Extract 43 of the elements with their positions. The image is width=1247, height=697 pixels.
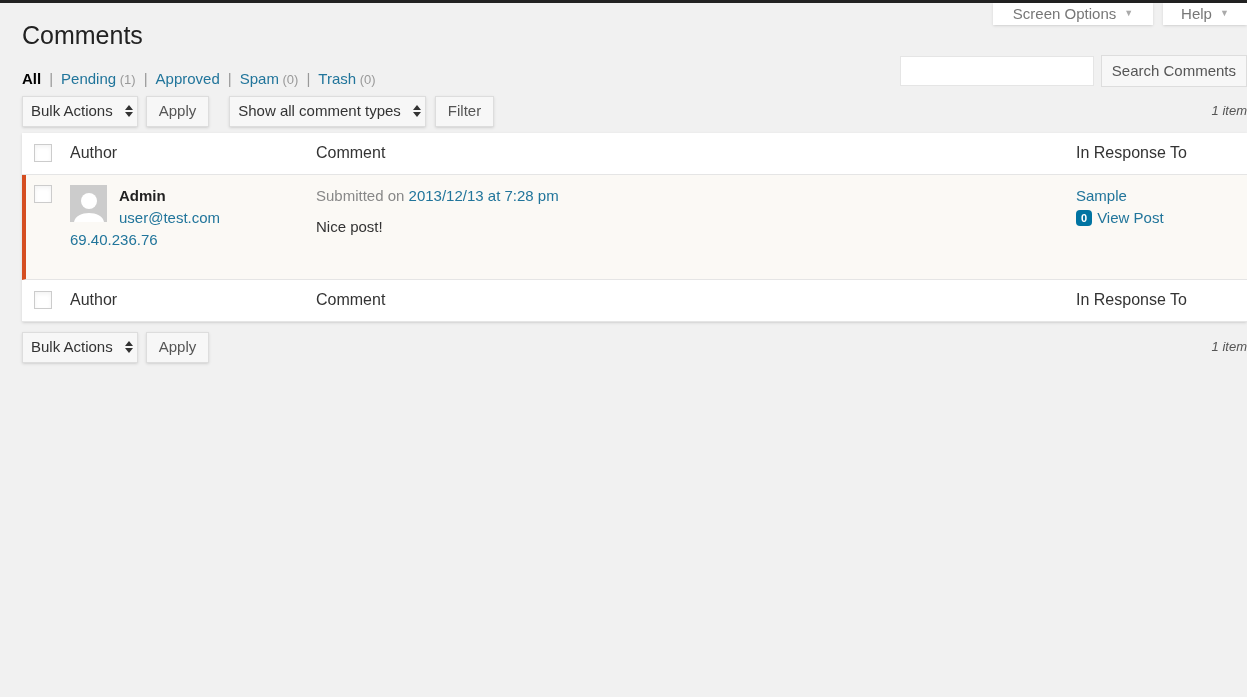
author-email-link[interactable]: user@test.com: [119, 206, 221, 229]
separator: |: [49, 69, 54, 89]
filter-link[interactable]: All: [22, 68, 42, 91]
checkbox[interactable]: [34, 184, 52, 203]
author-name: Admin: [119, 185, 167, 206]
screen-meta-tab[interactable]: Help ▼: [1163, 3, 1247, 25]
action-button[interactable]: Apply: [145, 331, 210, 363]
search-field[interactable]: [899, 56, 1094, 86]
separator: |: [227, 69, 232, 89]
view-post-link[interactable]: View Post: [1097, 206, 1164, 229]
dropdown-select[interactable]: Show all comment types: [229, 95, 426, 127]
dropdown-select[interactable]: Bulk Actions: [22, 331, 138, 363]
comment-count-bubble[interactable]: 0: [1076, 209, 1093, 226]
author-ip-link[interactable]: 69.40.236.76: [70, 228, 316, 251]
post-link[interactable]: Sample: [1076, 184, 1164, 207]
item-count: 1 item: [1211, 102, 1247, 121]
filter-link[interactable]: Trash (0): [318, 68, 376, 91]
updown-caret-icon: [124, 341, 133, 353]
column-header[interactable]: In Response To: [1076, 141, 1187, 165]
filter-link[interactable]: Pending (1): [61, 68, 136, 91]
action-button[interactable]: Apply: [145, 95, 210, 127]
updown-caret-icon: [412, 105, 421, 117]
separator: |: [306, 69, 311, 89]
checkbox[interactable]: [34, 144, 52, 162]
filter-link[interactable]: Spam (0): [239, 68, 299, 91]
action-button[interactable]: Filter: [434, 95, 495, 127]
checkbox[interactable]: [34, 291, 52, 309]
submitted-label: Submitted on: [316, 186, 405, 204]
column-header[interactable]: Comment: [316, 141, 1076, 165]
comment-text: Nice post!: [316, 217, 384, 237]
column-header[interactable]: Author: [70, 288, 316, 312]
item-count: 1 item: [1211, 338, 1247, 357]
search-button[interactable]: Search Comments: [1100, 55, 1247, 87]
filter-link[interactable]: Approved: [155, 68, 220, 91]
updown-caret-icon: [124, 105, 133, 117]
column-header[interactable]: In Response To: [1076, 288, 1187, 312]
column-header[interactable]: Author: [70, 141, 316, 165]
screen-meta-tab[interactable]: Screen Options ▼: [993, 3, 1153, 25]
separator: |: [143, 69, 148, 89]
dropdown-select[interactable]: Bulk Actions: [22, 95, 138, 127]
date-link[interactable]: 2013/12/13 at 7:28 pm: [408, 186, 559, 204]
page-title: Comments: [22, 23, 144, 48]
column-header[interactable]: Comment: [316, 288, 1076, 312]
